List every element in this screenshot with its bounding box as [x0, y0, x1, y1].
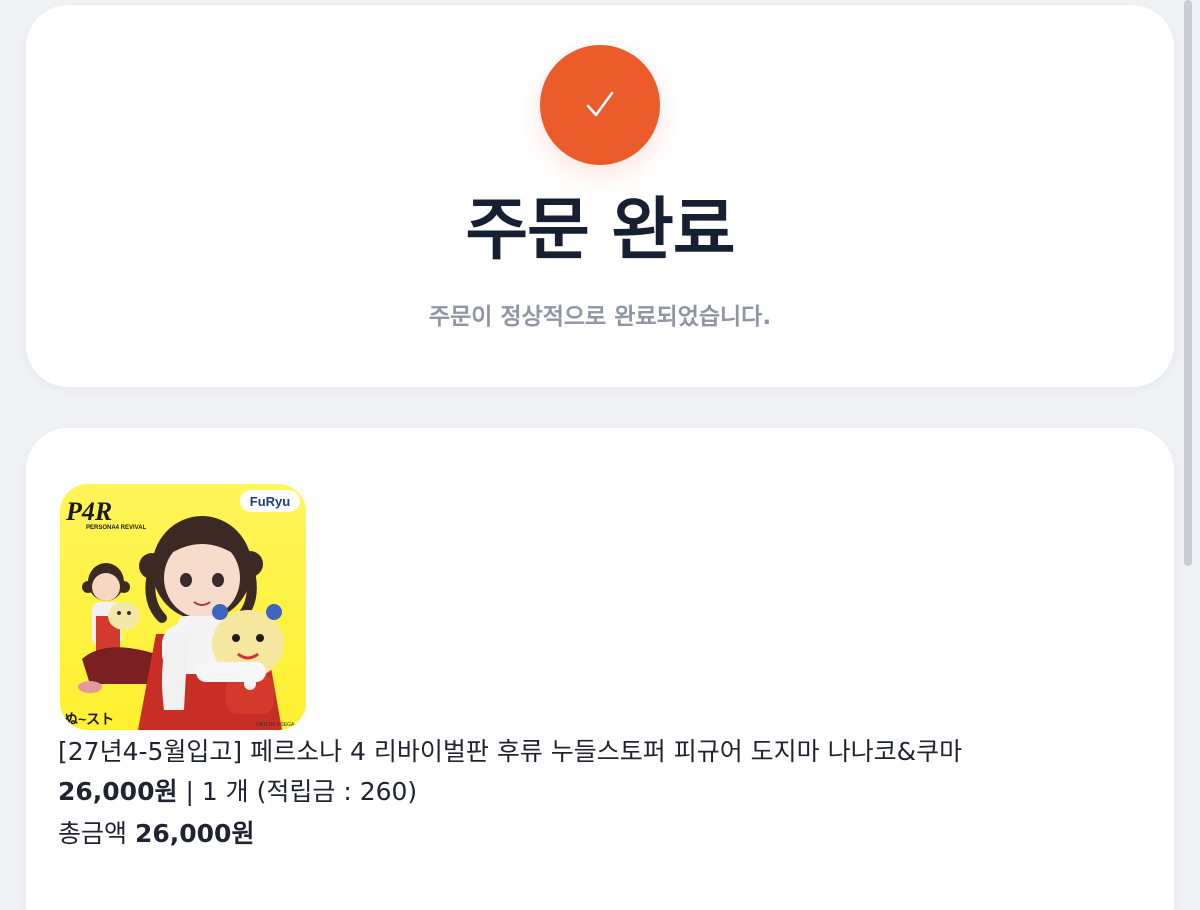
scrollbar-thumb[interactable] — [1184, 0, 1192, 566]
svg-text:P4R: P4R — [65, 497, 112, 526]
product-quantity: 1 개 — [201, 777, 249, 806]
order-complete-page: 주문 완료 주문이 정상적으로 완료되었습니다. P4R PERSONA4 RE… — [0, 0, 1200, 910]
order-summary-card: P4R PERSONA4 REVIVAL FuRyu ぬ~スト ©ATLUS ©… — [26, 428, 1174, 910]
furyu-logo: FuRyu — [240, 490, 300, 512]
status-message: 주문이 정상적으로 완료되었습니다. — [428, 304, 772, 330]
svg-text:FuRyu: FuRyu — [250, 494, 291, 509]
order-total: 총금액 26,000원 — [58, 816, 254, 852]
product-price: 26,000원 — [58, 777, 178, 806]
product-image: P4R PERSONA4 REVIVAL FuRyu ぬ~スト ©ATLUS ©… — [60, 484, 306, 730]
total-value: 26,000원 — [134, 819, 255, 848]
checkmark-icon — [586, 91, 614, 117]
noodle-stopper-brand: ぬ~スト — [64, 711, 114, 727]
product-thumbnail[interactable]: P4R PERSONA4 REVIVAL FuRyu ぬ~スト ©ATLUS ©… — [60, 484, 306, 730]
product-price-line: 26,000원 | 1 개 (적립금 : 260) — [58, 774, 417, 810]
price-separator: | — [185, 777, 194, 806]
copyright-text: ©ATLUS ©SEGA — [256, 721, 295, 728]
svg-text:PERSONA4 REVIVAL: PERSONA4 REVIVAL — [86, 525, 147, 531]
order-status-card: 주문 완료 주문이 정상적으로 완료되었습니다. — [26, 5, 1174, 387]
success-badge — [540, 45, 660, 165]
product-points: (적립금 : 260) — [256, 777, 418, 806]
page-title: 주문 완료 — [465, 191, 736, 270]
product-name[interactable]: [27년4-5월입고] 페르소나 4 리바이벌판 후류 누들스토퍼 피규어 도지… — [58, 734, 962, 770]
total-label: 총금액 — [58, 819, 128, 848]
